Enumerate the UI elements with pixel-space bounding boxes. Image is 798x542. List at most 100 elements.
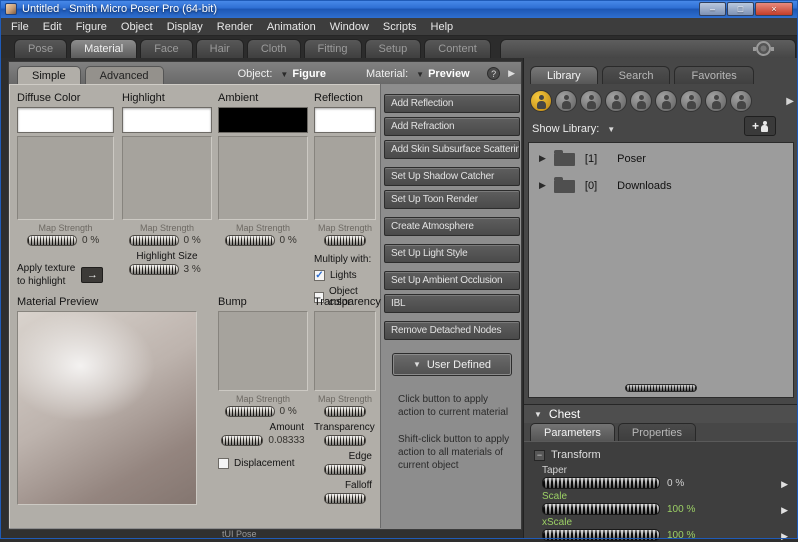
- library-item-downloads[interactable]: ▶ [0] Downloads: [529, 170, 793, 197]
- library-item-poser[interactable]: ▶ [1] Poser: [529, 143, 793, 170]
- scale-dial[interactable]: [542, 503, 660, 515]
- room-tab-content[interactable]: Content: [424, 39, 491, 58]
- help-icon[interactable]: ?: [487, 67, 500, 80]
- menu-file[interactable]: File: [4, 19, 36, 35]
- edge-dial[interactable]: [324, 464, 366, 475]
- object-dropdown-icon[interactable]: ▼: [280, 70, 288, 79]
- add-skin-subsurface-scattering-button[interactable]: Add Skin Subsurface Scattering: [384, 140, 520, 159]
- set-up-toon-render-button[interactable]: Set Up Toon Render: [384, 190, 520, 209]
- ambient-color-swatch[interactable]: [218, 107, 308, 133]
- dial-options-arrow-icon[interactable]: ▶: [781, 531, 788, 542]
- materials-icon[interactable]: [730, 90, 752, 112]
- cameras-icon[interactable]: [705, 90, 727, 112]
- falloff-dial[interactable]: [324, 493, 366, 504]
- tab-favorites[interactable]: Favorites: [674, 66, 753, 84]
- highlight-color-swatch[interactable]: [122, 107, 212, 133]
- bump-map-area[interactable]: [218, 311, 308, 391]
- bump-map-strength-dial[interactable]: [225, 406, 275, 417]
- material-preview-image[interactable]: [17, 311, 197, 505]
- menu-animation[interactable]: Animation: [260, 19, 323, 35]
- minimize-button[interactable]: –: [699, 2, 726, 16]
- expand-icon[interactable]: ▶: [539, 180, 546, 191]
- highlight-size-label: Highlight Size: [122, 251, 212, 262]
- ibl-button[interactable]: IBL: [384, 294, 520, 313]
- material-dropdown-icon[interactable]: ▼: [416, 70, 424, 79]
- add-reflection-button[interactable]: Add Reflection: [384, 94, 520, 113]
- tab-search[interactable]: Search: [602, 66, 671, 84]
- tab-parameters[interactable]: Parameters: [530, 423, 615, 441]
- menu-render[interactable]: Render: [210, 19, 260, 35]
- diffuse-color-swatch[interactable]: [17, 107, 114, 133]
- reflection-map-strength-dial[interactable]: [324, 235, 366, 246]
- expressions-icon[interactable]: [580, 90, 602, 112]
- maximize-button[interactable]: □: [727, 2, 754, 16]
- add-library-button[interactable]: +: [744, 116, 776, 136]
- set-up-shadow-catcher-button[interactable]: Set Up Shadow Catcher: [384, 167, 520, 186]
- highlight-size-dial[interactable]: [129, 264, 179, 275]
- lights-icon[interactable]: [680, 90, 702, 112]
- object-value[interactable]: Figure: [292, 68, 326, 84]
- tab-library[interactable]: Library: [530, 66, 598, 84]
- menu-object[interactable]: Object: [114, 19, 160, 35]
- room-tab-hair[interactable]: Hair: [196, 39, 244, 58]
- room-tab-pose[interactable]: Pose: [14, 39, 67, 58]
- menu-figure[interactable]: Figure: [69, 19, 114, 35]
- dial-options-arrow-icon[interactable]: ▶: [781, 479, 788, 490]
- ambient-map-strength-dial[interactable]: [225, 235, 275, 246]
- bump-amount-dial[interactable]: [221, 435, 263, 446]
- room-tab-material[interactable]: Material: [70, 39, 137, 58]
- library-sidebar: Library Search Favorites ▶ Show Library:…: [523, 58, 798, 539]
- show-library-label: Show Library:: [532, 123, 599, 135]
- category-overflow-arrow-icon[interactable]: ▶: [786, 96, 794, 107]
- menu-display[interactable]: Display: [160, 19, 210, 35]
- menu-window[interactable]: Window: [323, 19, 376, 35]
- add-refraction-button[interactable]: Add Refraction: [384, 117, 520, 136]
- menu-scripts[interactable]: Scripts: [376, 19, 424, 35]
- panel-collapse-icon[interactable]: ▶: [508, 68, 515, 79]
- diffuse-map-area[interactable]: [17, 136, 114, 220]
- tab-properties[interactable]: Properties: [618, 423, 696, 441]
- room-tab-cloth[interactable]: Cloth: [247, 39, 301, 58]
- highlight-map-strength-dial[interactable]: [129, 235, 179, 246]
- actor-name[interactable]: Chest: [549, 407, 580, 421]
- collapse-icon[interactable]: ▼: [534, 410, 542, 419]
- menu-edit[interactable]: Edit: [36, 19, 69, 35]
- reflection-map-area[interactable]: [314, 136, 376, 220]
- poses-icon[interactable]: [555, 90, 577, 112]
- hands-icon[interactable]: [630, 90, 652, 112]
- collapse-section-icon[interactable]: −: [534, 450, 545, 461]
- room-tab-fitting[interactable]: Fitting: [304, 39, 362, 58]
- reflection-color-swatch[interactable]: [314, 107, 376, 133]
- diffuse-map-strength-dial[interactable]: [27, 235, 77, 246]
- figures-icon[interactable]: [530, 90, 552, 112]
- lights-checkbox[interactable]: ✓: [314, 270, 325, 281]
- library-scrollbar[interactable]: [625, 384, 697, 392]
- xscale-dial[interactable]: [542, 529, 660, 541]
- room-tab-setup[interactable]: Setup: [365, 39, 422, 58]
- hair-icon[interactable]: [605, 90, 627, 112]
- material-label: Material:: [366, 68, 408, 84]
- displacement-checkbox[interactable]: [218, 458, 229, 469]
- props-icon[interactable]: [655, 90, 677, 112]
- taper-dial[interactable]: [542, 477, 660, 489]
- transparency-map-strength-dial[interactable]: [324, 406, 366, 417]
- transparency-dial[interactable]: [324, 435, 366, 446]
- tab-simple[interactable]: Simple: [17, 66, 81, 84]
- set-up-light-style-button[interactable]: Set Up Light Style: [384, 244, 520, 263]
- show-library-dropdown-icon[interactable]: ▼: [607, 125, 615, 134]
- set-up-ambient-occlusion-button[interactable]: Set Up Ambient Occlusion: [384, 271, 520, 290]
- remove-detached-nodes-button[interactable]: Remove Detached Nodes: [384, 321, 520, 340]
- material-value[interactable]: Preview: [428, 68, 470, 84]
- ambient-map-area[interactable]: [218, 136, 308, 220]
- menu-help[interactable]: Help: [424, 19, 461, 35]
- highlight-map-area[interactable]: [122, 136, 212, 220]
- expand-icon[interactable]: ▶: [539, 153, 546, 164]
- create-atmosphere-button[interactable]: Create Atmosphere: [384, 217, 520, 236]
- user-defined-button[interactable]: ▼ User Defined: [393, 354, 511, 375]
- transparency-map-area[interactable]: [314, 311, 376, 391]
- dial-options-arrow-icon[interactable]: ▶: [781, 505, 788, 516]
- tab-advanced[interactable]: Advanced: [85, 66, 164, 84]
- room-tab-face[interactable]: Face: [140, 39, 192, 58]
- apply-texture-button[interactable]: →: [81, 267, 103, 283]
- close-button[interactable]: ×: [755, 2, 793, 16]
